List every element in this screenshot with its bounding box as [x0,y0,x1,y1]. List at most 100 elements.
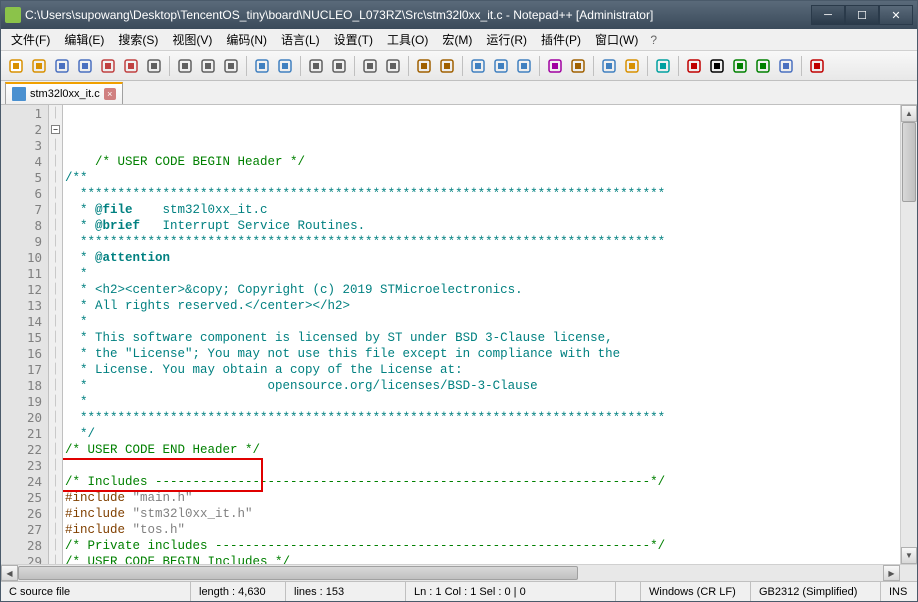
fold-toggle[interactable]: − [51,125,60,134]
code-line[interactable]: /* Includes ----------------------------… [65,474,900,490]
code-line[interactable]: /* USER CODE BEGIN Header */ [65,154,900,170]
scroll-right-button[interactable]: ▶ [883,565,900,581]
code-line[interactable]: * @file stm32l0xx_it.c [65,202,900,218]
line-number[interactable]: 4 [1,154,42,170]
spellcheck-icon[interactable] [806,55,828,77]
menu-item[interactable]: 语言(L) [275,29,326,50]
paste-icon[interactable] [220,55,242,77]
code-line[interactable]: * [65,314,900,330]
code-line[interactable]: * This software component is licensed by… [65,330,900,346]
menu-item[interactable]: 宏(M) [436,29,478,50]
line-number[interactable]: 5 [1,170,42,186]
wordwrap-icon[interactable] [467,55,489,77]
line-number[interactable]: 7 [1,202,42,218]
line-number[interactable]: 18 [1,378,42,394]
line-number[interactable]: 27 [1,522,42,538]
line-number[interactable]: 25 [1,490,42,506]
copy-icon[interactable] [197,55,219,77]
menu-item[interactable]: 插件(P) [535,29,587,50]
record-macro-icon[interactable] [683,55,705,77]
code-line[interactable]: * License. You may obtain a copy of the … [65,362,900,378]
scroll-thumb-h[interactable] [18,566,578,580]
line-number[interactable]: 1 [1,106,42,122]
menu-item[interactable]: 运行(R) [480,29,533,50]
line-number[interactable]: 10 [1,250,42,266]
stop-macro-icon[interactable] [706,55,728,77]
scroll-left-button[interactable]: ◀ [1,565,18,581]
menu-item[interactable]: 搜索(S) [112,29,164,50]
find-icon[interactable] [305,55,327,77]
menu-item[interactable]: 编码(N) [220,29,273,50]
code-line[interactable]: * [65,266,900,282]
maximize-button[interactable]: ☐ [845,5,879,25]
code-line[interactable]: * the "License"; You may not use this fi… [65,346,900,362]
line-number[interactable]: 15 [1,330,42,346]
menu-help[interactable]: ? [646,33,661,47]
line-number[interactable]: 13 [1,298,42,314]
close-tab-button[interactable]: × [104,88,116,100]
line-number[interactable]: 16 [1,346,42,362]
save-macro-icon[interactable] [775,55,797,77]
line-number[interactable]: 21 [1,426,42,442]
code-line[interactable]: * [65,394,900,410]
menu-item[interactable]: 窗口(W) [589,29,644,50]
doc-map-icon[interactable] [567,55,589,77]
open-file-icon[interactable] [28,55,50,77]
code-line[interactable]: * <h2><center>&copy; Copyright (c) 2019 … [65,282,900,298]
menu-item[interactable]: 视图(V) [166,29,218,50]
line-number[interactable]: 14 [1,314,42,330]
titlebar[interactable]: C:\Users\supowang\Desktop\TencentOS_tiny… [1,1,917,29]
scroll-thumb-v[interactable] [902,122,916,202]
monitor-icon[interactable] [652,55,674,77]
line-number[interactable]: 2 [1,122,42,138]
close-all-icon[interactable] [120,55,142,77]
line-number[interactable]: 23 [1,458,42,474]
menu-item[interactable]: 工具(O) [381,29,434,50]
code-line[interactable]: #include "tos.h" [65,522,900,538]
code-line[interactable]: * All rights reserved.</center></h2> [65,298,900,314]
print-icon[interactable] [143,55,165,77]
line-number[interactable]: 8 [1,218,42,234]
replace-icon[interactable] [328,55,350,77]
code-line[interactable]: ****************************************… [65,234,900,250]
line-number-gutter[interactable]: 1234567891011121314151617181920212223242… [1,105,49,564]
code-line[interactable]: /** [65,170,900,186]
code-line[interactable]: /* Private includes --------------------… [65,538,900,554]
line-number[interactable]: 6 [1,186,42,202]
play-macro-icon[interactable] [729,55,751,77]
vertical-scrollbar[interactable]: ▲ ▼ [900,105,917,564]
save-all-icon[interactable] [74,55,96,77]
line-number[interactable]: 28 [1,538,42,554]
menu-item[interactable]: 编辑(E) [58,29,110,50]
lang-icon[interactable] [544,55,566,77]
code-line[interactable]: * opensource.org/licenses/BSD-3-Clause [65,378,900,394]
allchars-icon[interactable] [490,55,512,77]
save-icon[interactable] [51,55,73,77]
code-line[interactable]: #include "main.h" [65,490,900,506]
line-number[interactable]: 26 [1,506,42,522]
line-number[interactable]: 19 [1,394,42,410]
redo-icon[interactable] [274,55,296,77]
code-line[interactable]: /* USER CODE BEGIN Includes */ [65,554,900,564]
fold-column[interactable]: │−││││││││││││││││││││││││││││ [49,105,63,564]
code-line[interactable]: /* USER CODE END Header */ [65,442,900,458]
menu-item[interactable]: 文件(F) [5,29,56,50]
code-line[interactable]: ****************************************… [65,410,900,426]
code-line[interactable]: * @brief Interrupt Service Routines. [65,218,900,234]
sync-h-icon[interactable] [436,55,458,77]
line-number[interactable]: 20 [1,410,42,426]
close-window-button[interactable]: ✕ [879,5,913,25]
code-line[interactable]: * @attention [65,250,900,266]
close-icon[interactable] [97,55,119,77]
sync-v-icon[interactable] [413,55,435,77]
indent-guide-icon[interactable] [513,55,535,77]
func-list-icon[interactable] [598,55,620,77]
undo-icon[interactable] [251,55,273,77]
zoom-in-icon[interactable] [359,55,381,77]
line-number[interactable]: 12 [1,282,42,298]
scroll-up-button[interactable]: ▲ [901,105,917,122]
line-number[interactable]: 22 [1,442,42,458]
menu-item[interactable]: 设置(T) [328,29,379,50]
code-line[interactable]: #include "stm32l0xx_it.h" [65,506,900,522]
code-line[interactable]: ****************************************… [65,186,900,202]
